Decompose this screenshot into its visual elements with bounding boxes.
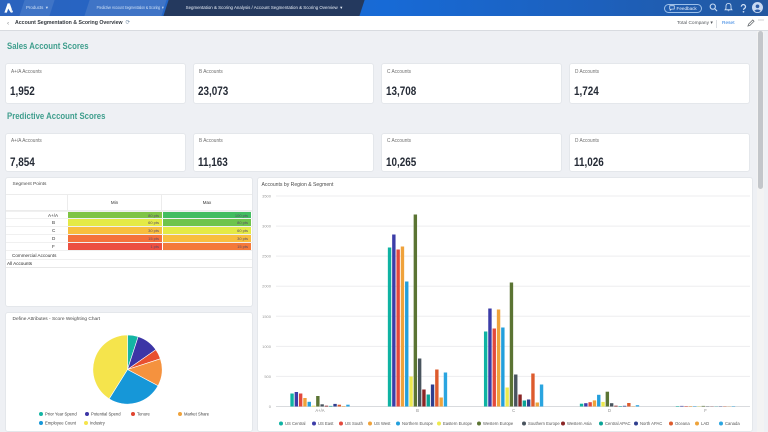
svg-text:US East: US East bbox=[318, 421, 334, 426]
svg-text:US South: US South bbox=[345, 421, 364, 426]
svg-text:1000: 1000 bbox=[262, 344, 272, 349]
svg-text:3500: 3500 bbox=[262, 194, 272, 199]
svg-text:3000: 3000 bbox=[262, 224, 272, 229]
svg-text:2500: 2500 bbox=[262, 254, 272, 259]
svg-text:Central APAC: Central APAC bbox=[605, 421, 631, 426]
svg-text:Northern Europe: Northern Europe bbox=[402, 421, 434, 426]
svg-text:C: C bbox=[512, 408, 515, 413]
svg-text:Western Europe: Western Europe bbox=[483, 421, 514, 426]
svg-text:F: F bbox=[704, 408, 707, 413]
svg-text:500: 500 bbox=[264, 374, 271, 379]
svg-text:LAD: LAD bbox=[701, 421, 709, 426]
svg-text:US Central: US Central bbox=[285, 421, 306, 426]
svg-text:D: D bbox=[608, 408, 611, 413]
svg-text:A+/A: A+/A bbox=[315, 408, 324, 413]
svg-text:North APAC: North APAC bbox=[640, 421, 662, 426]
svg-text:US West: US West bbox=[374, 421, 391, 426]
svg-text:B: B bbox=[416, 408, 419, 413]
svg-text:Western Asia: Western Asia bbox=[567, 421, 592, 426]
svg-text:Southern Europe: Southern Europe bbox=[528, 421, 560, 426]
svg-text:Canada: Canada bbox=[725, 421, 740, 426]
svg-text:0: 0 bbox=[269, 404, 272, 409]
svg-text:2000: 2000 bbox=[262, 284, 272, 289]
svg-text:Eastern Europe: Eastern Europe bbox=[443, 421, 473, 426]
svg-text:Oceana: Oceana bbox=[675, 421, 690, 426]
svg-text:1500: 1500 bbox=[262, 314, 272, 319]
